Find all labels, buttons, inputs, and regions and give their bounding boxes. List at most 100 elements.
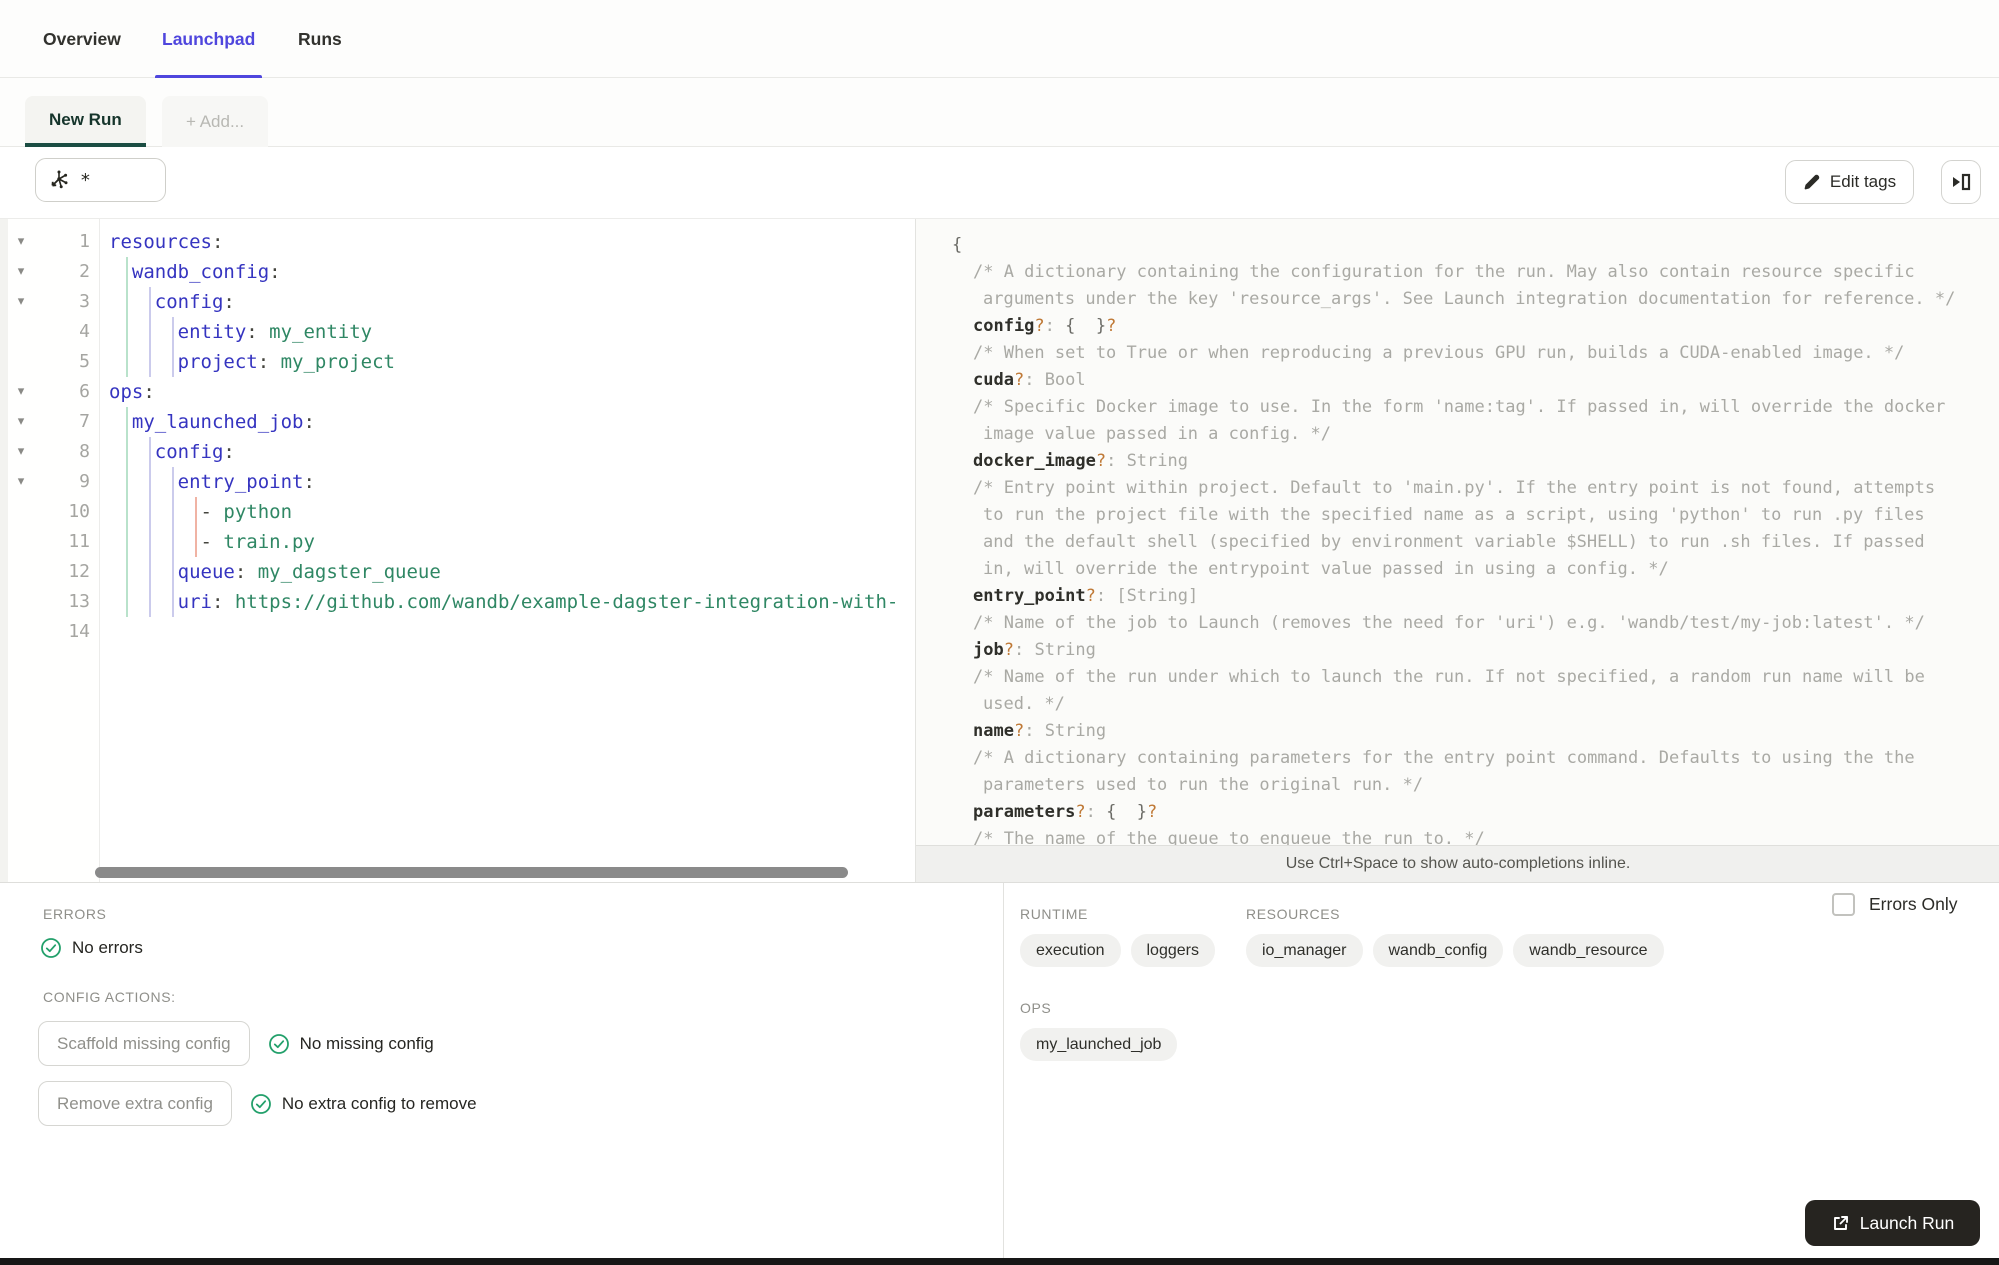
errors-only-checkbox[interactable] [1832,893,1855,916]
yaml-p-token: : [211,231,224,253]
line-number: 3 [79,291,90,312]
op-graph-icon [48,169,70,191]
code-line: config: [109,287,915,317]
line-number: 4 [79,321,90,342]
config-editor-region: ▾ 1 ▾ 2 ▾ 3 4 5 ▾ 6 ▾ 7 ▾ 8 ▾ 9 10 11 12 13 14 resources: wa… [8,219,1999,882]
schema-field: cuda?: Bool [973,370,1086,390]
line-number: 1 [79,231,90,252]
ops-tag-list: my_launched_job [1020,1028,1178,1061]
schema-field: config?: { }? [973,316,1117,336]
top-tabbar: Overview Launchpad Runs [0,0,1999,79]
fold-arrow-icon[interactable]: ▾ [12,411,30,431]
resource-tag[interactable]: wandb_resource [1513,934,1664,967]
ops-label: OPS [1020,1000,1052,1016]
line-number: 5 [79,351,90,372]
fold-arrow-icon[interactable]: ▾ [12,261,30,281]
line-number: 10 [68,501,90,522]
expand-panel-icon [1950,172,1972,192]
fold-arrow-icon[interactable]: ▾ [12,441,30,461]
code-line: queue: my_dagster_queue [109,557,915,587]
yaml-p-token: : [257,351,281,373]
code-line: - python [109,497,915,527]
schema-open-brace: { [952,235,963,255]
yaml-p-token: : [269,261,281,283]
yaml-val-token: python [223,501,293,523]
tab-launchpad[interactable]: Launchpad [155,0,263,79]
runtime-tag-list: execution loggers [1020,934,1215,967]
op-selector-input[interactable]: * [35,158,166,202]
errors-only-control: Errors Only [1832,893,1957,916]
schema-field: entry_point?: [String] [973,586,1199,606]
yaml-key-token: wandb_config [131,261,270,283]
launch-run-button[interactable]: Launch Run [1805,1200,1980,1246]
schema-comment: /* Entry point within project. Default t… [973,478,1946,579]
fold-arrow-icon[interactable]: ▾ [12,291,30,311]
resources-label: RESOURCES [1246,906,1341,922]
line-number: 2 [79,261,90,282]
status-text: No extra config to remove [281,1093,477,1113]
config-actions-label: CONFIG ACTIONS: [43,989,176,1005]
session-tab-new-run[interactable]: New Run [25,96,146,147]
line-number: 11 [68,531,90,552]
schema-field: job?: String [973,640,1096,660]
launchpad-toolbar: * Edit tags [0,147,1999,219]
line-number: 7 [79,411,90,432]
op-selector-value: * [80,169,91,191]
editor-horizontal-scrollbar[interactable] [95,867,848,878]
line-number: 6 [79,381,90,402]
session-tabbar: New Run + Add... [0,78,1999,147]
code-line: entity: my_entity [109,317,915,347]
resource-tag[interactable]: io_manager [1246,934,1363,967]
window-bottom-edge [0,1258,1999,1265]
yaml-val-token: train.py [223,531,315,553]
autocomplete-hint: Use Ctrl+Space to show auto-completions … [916,845,1999,882]
line-number: 8 [79,441,90,462]
line-number: 9 [79,471,90,492]
config-schema-panel: {/* A dictionary containing the configur… [915,219,1999,882]
yaml-key-token: config [154,441,224,463]
yaml-val-token: https://github.com/wandb/example-dagster… [234,591,899,613]
pencil-icon [1803,173,1821,191]
schema-comment: /* Specific Docker image to use. In the … [973,397,1956,444]
tab-runs[interactable]: Runs [298,0,342,78]
code-line: ops: [109,377,915,407]
fold-arrow-icon[interactable]: ▾ [12,381,30,401]
tab-overview[interactable]: Overview [43,0,121,78]
runtime-tag[interactable]: execution [1020,934,1121,967]
line-number: 14 [68,621,90,642]
config-action-status: No extra config to remove [250,1093,477,1115]
schema-comment: /* A dictionary containing parameters fo… [973,748,1925,795]
no-errors-text: No errors [72,938,143,957]
yaml-config-editor[interactable]: resources: wandb_config: config: entity:… [101,219,915,882]
line-number: 12 [68,561,90,582]
no-errors-status: No errors [40,937,143,959]
toggle-schema-panel-button[interactable] [1941,160,1981,204]
yaml-p-token: : [303,411,315,433]
code-line: project: my_project [109,347,915,377]
fold-arrow-icon[interactable]: ▾ [12,231,30,251]
launchpad-page: Overview Launchpad Runs New Run + Add... * [0,0,1999,1265]
yaml-key-token: project [177,351,258,373]
yaml-p-token: - [200,531,224,553]
schema-comment: /* When set to True or when reproducing … [973,343,1905,363]
fold-arrow-icon[interactable]: ▾ [12,471,30,491]
session-tab-add[interactable]: + Add... [162,96,269,147]
edit-tags-button[interactable]: Edit tags [1785,160,1914,204]
yaml-key-token: resources [109,231,212,253]
runtime-label: RUNTIME [1020,906,1088,922]
yaml-key-token: ops [109,381,144,403]
external-link-icon [1831,1214,1850,1233]
op-tag[interactable]: my_launched_job [1020,1028,1178,1061]
runtime-tag[interactable]: loggers [1130,934,1215,967]
remove-extra-config-button[interactable]: Remove extra config [38,1081,232,1126]
resource-tag[interactable]: wandb_config [1372,934,1504,967]
code-line: entry_point: [109,467,915,497]
yaml-p-token: : [143,381,155,403]
yaml-key-token: config [154,291,224,313]
yaml-p-token: : [223,441,235,463]
yaml-p-token: : [303,471,315,493]
scaffold-missing-config-button[interactable]: Scaffold missing config [38,1021,250,1066]
check-circle-icon [268,1033,290,1055]
errors-label: ERRORS [43,906,107,922]
